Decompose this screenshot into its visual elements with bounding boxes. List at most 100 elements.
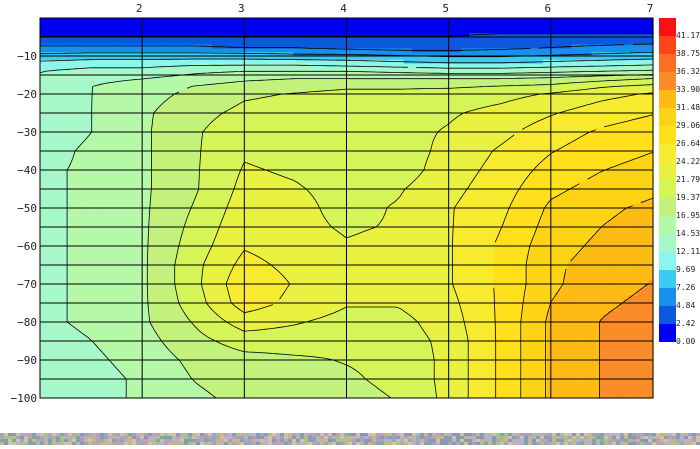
contour-cell xyxy=(52,135,57,141)
contour-cell xyxy=(481,40,487,46)
contour-cell xyxy=(448,94,454,99)
contour-cell xyxy=(366,25,372,30)
contour-cell xyxy=(493,132,499,137)
contour-cell xyxy=(375,105,380,110)
contour-cell xyxy=(538,18,544,23)
contour-cell xyxy=(281,94,286,99)
contour-cell xyxy=(526,29,531,34)
contour-cell xyxy=(534,101,540,106)
contour-cell xyxy=(154,143,160,148)
contour-cell xyxy=(44,105,49,110)
contour-cell xyxy=(162,105,168,110)
contour-cell xyxy=(301,40,307,46)
contour-cell xyxy=(452,44,458,49)
contour-cell xyxy=(509,37,515,42)
contour-cell xyxy=(603,105,609,110)
contour-cell xyxy=(223,135,229,141)
contour-cell xyxy=(285,116,290,122)
contour-cell xyxy=(538,86,544,91)
contour-cell xyxy=(583,75,589,80)
contour-cell xyxy=(599,40,605,46)
contour-cell xyxy=(199,56,205,61)
contour-cell xyxy=(48,113,53,118)
contour-cell xyxy=(554,67,560,72)
contour-cell xyxy=(72,120,78,125)
contour-cell xyxy=(162,101,168,106)
contour-cell xyxy=(64,82,70,87)
contour-cell xyxy=(497,132,503,137)
contour-cell xyxy=(640,120,646,125)
contour-cell xyxy=(346,82,352,87)
contour-cell xyxy=(509,82,515,87)
contour-cell xyxy=(272,29,278,34)
contour-cell xyxy=(281,120,286,125)
contour-cell xyxy=(317,116,323,122)
contour-cell xyxy=(109,25,115,30)
contour-cell xyxy=(272,97,278,103)
contour-cell xyxy=(518,105,523,110)
contour-cell xyxy=(469,113,474,118)
contour-cell xyxy=(125,143,131,148)
contour-cell xyxy=(375,56,380,61)
contour-cell xyxy=(321,29,327,34)
contour-cell xyxy=(80,78,86,84)
contour-cell xyxy=(338,124,344,129)
contour-cell xyxy=(624,25,630,30)
contour-cell xyxy=(460,86,466,91)
contour-cell xyxy=(125,113,131,118)
contour-cell xyxy=(407,40,413,46)
contour-cell xyxy=(579,37,585,42)
contour-cell xyxy=(56,113,62,118)
contour-cell xyxy=(403,21,409,27)
contour-cell xyxy=(571,75,576,80)
contour-cell xyxy=(277,48,282,53)
contour-cell xyxy=(252,18,258,23)
contour-cell xyxy=(174,18,180,23)
contour-cell xyxy=(162,56,168,61)
contour-cell xyxy=(456,120,462,125)
contour-cell xyxy=(432,105,438,110)
contour-cell xyxy=(109,94,115,99)
contour-cell xyxy=(232,37,237,42)
contour-cell xyxy=(187,97,192,103)
contour-cell xyxy=(424,101,429,106)
contour-cell xyxy=(591,94,597,99)
contour-cell xyxy=(48,25,53,30)
contour-cell xyxy=(264,37,270,42)
contour-cell xyxy=(121,135,127,141)
contour-cell xyxy=(297,25,303,30)
contour-cell xyxy=(297,37,303,42)
contour-cell xyxy=(440,63,446,68)
contour-cell xyxy=(174,29,180,34)
contour-cell xyxy=(52,116,57,122)
contour-cell xyxy=(579,139,585,144)
contour-cell xyxy=(129,63,135,68)
contour-cell xyxy=(309,18,315,23)
contour-cell xyxy=(522,101,527,106)
contour-cell xyxy=(219,21,225,27)
contour-cell xyxy=(616,116,621,122)
contour-cell xyxy=(632,29,638,34)
contour-cell xyxy=(256,40,262,46)
contour-cell xyxy=(313,113,319,118)
contour-cell xyxy=(170,44,176,49)
contour-cell xyxy=(456,44,462,49)
contour-cell xyxy=(489,48,495,53)
contour-cell xyxy=(415,135,421,141)
contour-cell xyxy=(244,113,250,118)
contour-cell xyxy=(301,101,307,106)
contour-cell xyxy=(428,37,433,42)
contour-cell xyxy=(297,135,303,141)
contour-cell xyxy=(530,18,536,23)
contour-cell xyxy=(358,97,364,103)
contour-cell xyxy=(121,86,127,91)
contour-cell xyxy=(321,37,327,42)
contour-cell xyxy=(80,75,86,80)
contour-cell xyxy=(477,37,482,42)
contour-cell xyxy=(530,29,536,34)
contour-cell xyxy=(117,86,123,91)
contour-cell xyxy=(80,63,86,68)
contour-cell xyxy=(133,135,139,141)
contour-cell xyxy=(591,37,597,42)
contour-cell xyxy=(199,113,205,118)
